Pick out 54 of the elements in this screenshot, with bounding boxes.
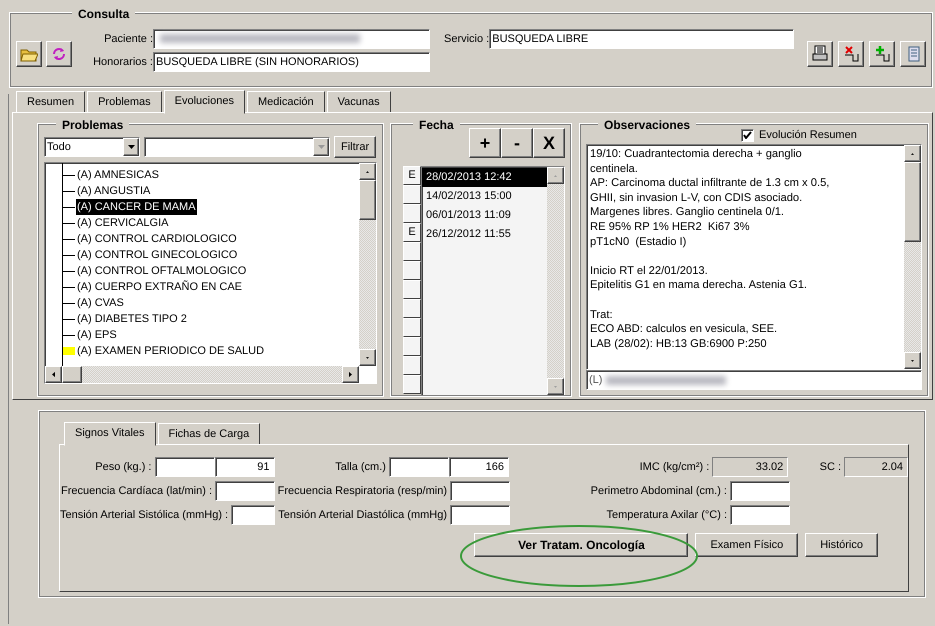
tab[interactable]: Problemas [87, 90, 162, 113]
author-prefix: (L) [589, 372, 602, 388]
field-label: Frecuencia Respiratoria (resp/min) [278, 484, 447, 499]
field-label: Tensión Arterial Diastólica (mmHg) [278, 508, 447, 523]
date-item[interactable]: 14/02/2013 15:00 [422, 187, 547, 206]
toolbar-button[interactable]: + [469, 128, 501, 158]
toolbar-button[interactable]: X [533, 128, 565, 158]
field-label: Paciente : [103, 32, 153, 47]
text-field[interactable]: BUSQUEDA LIBRE (SIN HONORARIOS) [153, 52, 430, 72]
date-item[interactable]: 26/12/2012 11:55 [422, 225, 547, 244]
action-button[interactable]: Histórico [805, 533, 878, 557]
tab[interactable]: Fichas de Carga [158, 422, 260, 445]
field-label: SC : [820, 460, 842, 475]
field-label: Servicio : [444, 32, 490, 47]
checkbox[interactable]: Evolución Resumen [741, 126, 922, 144]
toolbar-button[interactable]: - [501, 128, 533, 158]
tree-item[interactable]: (A) CONTROL OFTALMOLOGICO [76, 263, 248, 279]
tree-item[interactable]: (A) CUERPO EXTRAÑO EN CAE [76, 279, 244, 295]
field-label: Temperatura Axilar (°C) : [606, 508, 727, 523]
row-marker[interactable]: E [403, 223, 421, 242]
tree-item[interactable]: (A) CONTROL CARDIOLOGICO [76, 231, 238, 247]
dropdown-value: Todo [46, 140, 72, 155]
text-field[interactable]: BUSQUEDA LIBRE [489, 29, 794, 49]
tab[interactable]: Medicación [246, 90, 325, 113]
readonly-field: 2.04 [844, 457, 908, 477]
tree-item[interactable]: (A) CONTROL GINECOLOGICO [76, 247, 238, 263]
tree-item[interactable]: (A) ANGUSTIA [76, 183, 152, 199]
field-label: Peso (kg.) : [95, 460, 152, 475]
notes-text: 19/10: Cuadrantectomia derecha + ganglio centinela. AP: Carcinoma ductal infiltrante de 1.3 cm x 0.5, GHII, sin invasion L-V, con CDIS asociado. Margenes libres. Ganglio centinela 0/1. RE 95% RP 1% HER2 Ki67 3% pT1cN0 (Estadio I) Inicio RT el 22/01/2013. Epitelitis G1 en mama derecha. Astenia G1. Trat: ECO ABD: calculos en vesicula, SEE. LAB (28/02): HB:13 GB:6900 P:250 [589, 147, 830, 352]
tab[interactable]: Vacunas [326, 90, 391, 113]
tab[interactable]: Evoluciones [164, 90, 245, 114]
action-button[interactable]: Ver Tratam. Oncología [474, 533, 688, 557]
filter-dropdown[interactable]: Todo [44, 137, 140, 157]
field-label: Honorarios : [92, 54, 153, 70]
tree-item[interactable]: (A) CVAS [76, 295, 125, 311]
readonly-field: 33.02 [712, 457, 788, 477]
action-button[interactable]: Examen Físico [695, 533, 798, 557]
tree-item[interactable]: (A) AMNESICAS [76, 167, 160, 183]
field-label: Tensión Arterial Sistólica (mmHg) : [60, 508, 228, 523]
field-label: IMC (kg/cm²) : [640, 460, 710, 475]
tree-item[interactable]: (A) CANCER DE MAMA [76, 199, 197, 215]
field-label: Perimetro Abdominal (cm.) : [590, 484, 727, 499]
date-item[interactable]: 06/01/2013 11:09 [422, 206, 547, 225]
tree-item[interactable]: (A) EXAMEN PERIODICO DE SALUD [76, 343, 266, 359]
row-marker[interactable]: E [403, 166, 421, 185]
tree-item[interactable]: (A) CERVICALGIA [76, 215, 170, 231]
tab[interactable]: Resumen [16, 90, 86, 113]
filter-button[interactable]: Filtrar [334, 136, 376, 158]
tab[interactable]: Signos Vitales [64, 422, 156, 446]
tree-item[interactable]: (A) DIABETES TIPO 2 [76, 311, 188, 327]
date-item[interactable]: 28/02/2013 12:42 [422, 168, 547, 187]
field-label: Talla (cm.) [335, 460, 386, 475]
field-label: Frecuencia Cardíaca (lat/min) : [61, 484, 212, 499]
tree-item[interactable]: (A) EPS [76, 327, 118, 343]
